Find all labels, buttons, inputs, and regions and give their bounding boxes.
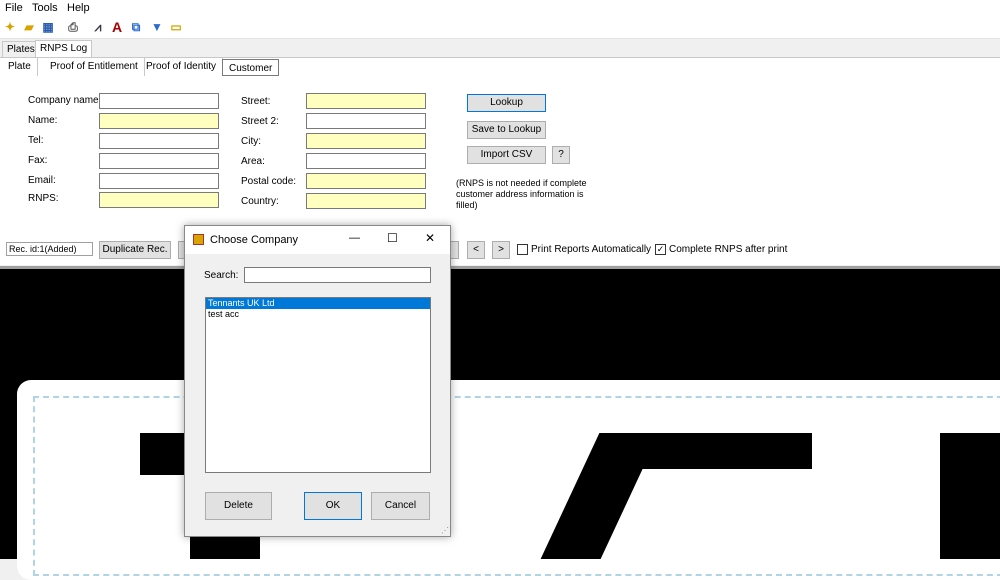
search-input[interactable] (244, 267, 431, 283)
postal-code-label: Postal code: (241, 176, 297, 187)
email-label: Email: (28, 175, 56, 186)
country-input[interactable] (306, 193, 426, 209)
rnps-label: RNPS: (28, 193, 59, 204)
copy-icon[interactable]: ⧉ (129, 20, 143, 34)
city-input[interactable] (306, 133, 426, 149)
print-reports-label: Print Reports Automatically (531, 244, 652, 255)
tab-proof-of-identity[interactable]: Proof of Identity (140, 58, 224, 76)
street-label: Street: (241, 96, 271, 107)
fax-input[interactable] (99, 153, 219, 169)
company-name-label: Company name: (28, 95, 102, 106)
name-label: Name: (28, 115, 58, 126)
plate-dashed-border (33, 396, 1000, 576)
street2-label: Street 2: (241, 116, 279, 127)
street2-input[interactable] (306, 113, 426, 129)
tab-proof-of-entitlement[interactable]: Proof of Entitlement (44, 58, 145, 76)
new-icon[interactable]: ✦ (3, 20, 17, 34)
dialog-title-bar: Choose Company — ☐ ✕ (185, 226, 450, 254)
tel-label: Tel: (28, 135, 44, 146)
cancel-button[interactable]: Cancel (371, 492, 430, 520)
tab-customer[interactable]: Customer (222, 59, 280, 76)
tel-input[interactable] (99, 133, 219, 149)
import-csv-button[interactable]: Import CSV (467, 146, 546, 164)
top-tab-strip: Plates RNPS Log (0, 40, 1000, 59)
company-listbox[interactable]: Tennants UK Ltd test acc (205, 297, 431, 473)
delete-button[interactable]: Delete (205, 492, 272, 520)
next-record-button[interactable]: > (492, 241, 510, 259)
street-input[interactable] (306, 93, 426, 109)
complete-rnps-checkbox[interactable]: ✓ (655, 244, 666, 255)
help-button[interactable]: ? (552, 146, 570, 164)
choose-company-dialog: Choose Company — ☐ ✕ Search: Tennants UK… (184, 225, 451, 537)
city-label: City: (241, 136, 261, 147)
rnps-input[interactable] (99, 192, 219, 208)
area-label: Area: (241, 156, 265, 167)
rnps-note: (RNPS is not needed if complete customer… (456, 178, 587, 210)
dialog-title: Choose Company (210, 234, 299, 246)
label-icon[interactable]: ▭ (169, 20, 183, 34)
maximize-icon[interactable]: ☐ (387, 231, 398, 245)
record-id-display: Rec. id:1(Added) (6, 242, 93, 256)
plate-character-4-top (640, 433, 812, 469)
app-icon (193, 234, 204, 245)
name-input[interactable] (99, 113, 219, 129)
menu-help[interactable]: Help (67, 2, 90, 14)
country-label: Country: (241, 196, 279, 207)
list-item[interactable]: test acc (206, 309, 430, 320)
print-icon[interactable]: ⎙ (66, 20, 80, 34)
plate-character-m (940, 433, 1000, 559)
save-to-lookup-button[interactable]: Save to Lookup (467, 121, 546, 139)
area-input[interactable] (306, 153, 426, 169)
postal-code-input[interactable] (306, 173, 426, 189)
prev-record-button[interactable]: < (467, 241, 485, 259)
open-icon[interactable]: ▰ (22, 20, 36, 34)
tab-plate[interactable]: Plate (2, 58, 38, 76)
email-input[interactable] (99, 173, 219, 189)
list-item[interactable]: Tennants UK Ltd (206, 298, 430, 309)
company-name-input[interactable] (99, 93, 219, 109)
search-label: Search: (204, 270, 239, 281)
lookup-button[interactable]: Lookup (467, 94, 546, 112)
minimize-icon[interactable]: — (349, 232, 360, 244)
menu-file[interactable]: File (5, 2, 23, 14)
menu-tools[interactable]: Tools (32, 2, 58, 14)
complete-rnps-label: Complete RNPS after print (669, 244, 788, 255)
toolbar: ✦ ▰ ▦ ⎙ ⩘ A ⧉ ▼ ▭ (0, 17, 1000, 39)
resize-grip-icon[interactable]: ⋰ (441, 526, 449, 535)
filter-icon[interactable]: ▼ (150, 20, 164, 34)
font-icon[interactable]: A (110, 20, 124, 34)
image-icon[interactable]: ▦ (41, 20, 55, 34)
fax-label: Fax: (28, 155, 48, 166)
print-reports-checkbox[interactable] (517, 244, 528, 255)
close-icon[interactable]: ✕ (425, 231, 435, 245)
menu-bar: File Tools Help (0, 0, 1000, 17)
find-icon[interactable]: ⩘ (91, 20, 105, 34)
ok-button[interactable]: OK (304, 492, 362, 520)
duplicate-record-button[interactable]: Duplicate Rec. (99, 241, 171, 259)
